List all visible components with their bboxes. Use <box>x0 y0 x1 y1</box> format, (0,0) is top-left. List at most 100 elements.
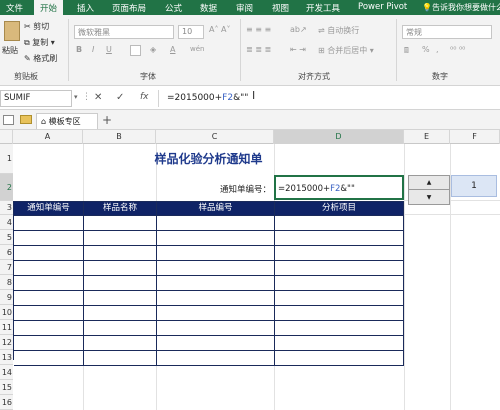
row-header[interactable]: 7 <box>0 260 13 275</box>
name-box[interactable]: SUMIF <box>0 90 72 107</box>
insert-function-icon[interactable]: fx <box>140 92 149 102</box>
top-align-icon[interactable]: ≡ ≡ ≡ <box>246 25 271 34</box>
table-cell[interactable] <box>14 276 84 291</box>
table-cell[interactable] <box>14 291 84 306</box>
tab-view[interactable]: 视图 <box>272 2 289 14</box>
table-cell[interactable] <box>275 351 404 366</box>
row-header[interactable]: 5 <box>0 230 13 245</box>
table-cell[interactable] <box>84 216 157 231</box>
table-cell[interactable] <box>84 321 157 336</box>
table-cell[interactable] <box>84 261 157 276</box>
table-cell[interactable] <box>84 276 157 291</box>
table-cell[interactable] <box>275 231 404 246</box>
row-header[interactable]: 10 <box>0 305 13 320</box>
row-header[interactable]: 8 <box>0 275 13 290</box>
tab-developer[interactable]: 开发工具 <box>306 2 340 14</box>
select-all-corner[interactable] <box>0 130 13 144</box>
template-zone-tab[interactable]: ⌂ 模板专区 <box>36 113 98 129</box>
formula-input[interactable]: =2015000+F2&"" <box>158 90 500 107</box>
row-header[interactable]: 3 <box>0 201 13 215</box>
cancel-icon[interactable]: ✕ <box>94 92 102 103</box>
row-header[interactable]: 2 <box>0 174 13 201</box>
table-cell[interactable] <box>84 246 157 261</box>
table-cell[interactable] <box>14 321 84 336</box>
table-cell[interactable] <box>84 291 157 306</box>
table-cell[interactable] <box>14 306 84 321</box>
number-format-combo[interactable]: 常规 <box>402 25 492 39</box>
table-cell[interactable] <box>14 261 84 276</box>
table-cell[interactable] <box>275 321 404 336</box>
table-cell[interactable] <box>275 336 404 351</box>
tab-page-layout[interactable]: 页面布局 <box>112 2 146 14</box>
spin-button[interactable]: ▲ ▼ <box>408 175 450 205</box>
row-header[interactable]: 16 <box>0 395 13 410</box>
tab-home[interactable]: 开始 <box>34 0 64 15</box>
table-cell[interactable] <box>275 306 404 321</box>
table-cell[interactable] <box>14 231 84 246</box>
row-header[interactable]: 9 <box>0 290 13 305</box>
font-name-combo[interactable]: 微软雅黑 <box>74 25 174 39</box>
column-header[interactable]: A <box>13 130 83 144</box>
enter-icon[interactable]: ✓ <box>116 92 124 103</box>
add-tab-button[interactable]: + <box>102 113 112 127</box>
table-cell[interactable] <box>157 216 275 231</box>
table-cell[interactable] <box>157 246 275 261</box>
row-header[interactable]: 13 <box>0 350 13 365</box>
table-cell[interactable] <box>157 291 275 306</box>
table-cell[interactable] <box>84 231 157 246</box>
cut-button[interactable]: ✂ 剪切 <box>24 21 49 32</box>
row-header[interactable]: 12 <box>0 335 13 350</box>
table-cell[interactable] <box>84 336 157 351</box>
comma-button[interactable]: , <box>436 45 439 54</box>
merge-center-button[interactable]: ⊞ 合并后居中 ▾ <box>318 45 374 56</box>
currency-icon[interactable]: 🖩 <box>404 45 409 59</box>
percent-button[interactable]: % <box>422 45 430 54</box>
column-header[interactable]: C <box>156 130 274 144</box>
format-painter-button[interactable]: ✎ 格式刷 <box>24 53 57 64</box>
fill-color-icon[interactable]: ◈ <box>150 45 156 54</box>
table-cell[interactable] <box>157 321 275 336</box>
row-header[interactable]: 1 <box>0 144 13 174</box>
table-cell[interactable] <box>275 261 404 276</box>
new-doc-icon[interactable] <box>3 115 14 125</box>
drag-handle-icon[interactable]: ⋮ <box>82 92 91 102</box>
active-cell-editor[interactable]: =2015000+F2&"" <box>274 175 404 200</box>
left-align-icon[interactable]: ≣ ≣ ≣ <box>246 45 271 54</box>
table-cell[interactable] <box>275 246 404 261</box>
tab-file[interactable]: 文件 <box>6 2 23 14</box>
phonetic-icon[interactable]: wén <box>190 45 204 53</box>
indent-icon[interactable]: ⇤ ⇥ <box>290 45 306 54</box>
paste-button[interactable]: 粘贴 <box>2 45 18 56</box>
tab-formulas[interactable]: 公式 <box>165 2 182 14</box>
column-header[interactable]: E <box>404 130 450 144</box>
row-header[interactable]: 4 <box>0 215 13 230</box>
orientation-icon[interactable]: ab↗ <box>290 25 307 34</box>
table-cell[interactable] <box>157 306 275 321</box>
tab-power-pivot[interactable]: Power Pivot <box>358 2 407 12</box>
column-header[interactable]: F <box>450 130 500 144</box>
table-cell[interactable] <box>84 306 157 321</box>
copy-button[interactable]: ⧉ 复制 ▾ <box>24 37 55 48</box>
bold-button[interactable]: B <box>76 45 82 54</box>
spin-up-icon[interactable]: ▲ <box>409 176 449 190</box>
font-size-combo[interactable]: 10 <box>178 25 204 39</box>
table-cell[interactable] <box>84 351 157 366</box>
wrap-text-button[interactable]: ⇌ 自动换行 <box>318 25 359 36</box>
underline-button[interactable]: U <box>106 45 112 54</box>
table-cell[interactable] <box>14 246 84 261</box>
table-cell[interactable] <box>157 351 275 366</box>
folder-icon[interactable] <box>20 115 32 124</box>
row-header[interactable]: 14 <box>0 365 13 380</box>
table-cell[interactable] <box>14 216 84 231</box>
table-cell[interactable] <box>157 336 275 351</box>
row-header[interactable]: 11 <box>0 320 13 335</box>
name-box-dropdown-icon[interactable]: ▾ <box>74 93 78 101</box>
spin-down-icon[interactable]: ▼ <box>409 191 449 205</box>
tab-insert[interactable]: 插入 <box>77 2 94 14</box>
tell-me-search[interactable]: 💡告诉我你想要做什么 <box>422 2 500 13</box>
f2-counter-cell[interactable]: 1 <box>451 175 497 197</box>
table-cell[interactable] <box>157 231 275 246</box>
row-header[interactable]: 15 <box>0 380 13 395</box>
row-header[interactable]: 6 <box>0 245 13 260</box>
font-color-button[interactable]: A <box>170 45 175 54</box>
